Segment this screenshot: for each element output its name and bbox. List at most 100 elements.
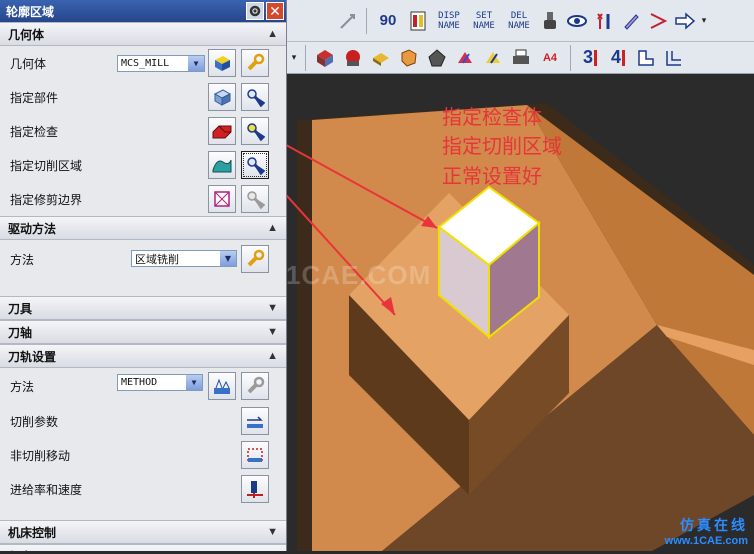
arrow-right-icon[interactable] [673, 8, 697, 34]
section-tool-axis-header[interactable]: 刀轴 ▼ [0, 320, 286, 344]
facet-body-icon[interactable] [397, 45, 421, 71]
chevron-down-icon: ▼ [188, 56, 204, 71]
csys-icon[interactable] [336, 8, 360, 34]
display-part-button[interactable] [241, 83, 269, 111]
select-check-button[interactable] [208, 117, 236, 145]
toolbar-top: 90 DISP NAME SET NAME DEL NAME ▾ [286, 0, 754, 42]
chevron-down-icon: ▼ [220, 251, 236, 266]
section-tool-axis-title: 刀轴 [8, 325, 33, 340]
contour-area-dialog: 轮廓区域 ✕ 几何体 ▲ 几何体 MCS_MILL ▼ 指定部件 指定检查 指定… [0, 0, 287, 551]
display-check-button[interactable] [241, 117, 269, 145]
section-program-header[interactable]: 程序 ▼ [0, 544, 286, 551]
section-drive-method-title: 驱动方法 [8, 221, 57, 236]
non-cutting-moves-row: 非切削移动 [0, 438, 286, 472]
object-list-icon[interactable] [406, 8, 430, 34]
section-tool-title: 刀具 [8, 301, 33, 316]
brand-line-1: 仿真在线 [680, 517, 748, 533]
brand-logo: 仿真在线 www.1CAE.com [665, 515, 748, 547]
chevron-down-icon: ▼ [267, 526, 278, 538]
path-method-row: 方法 METHOD ▼ [0, 368, 286, 404]
specify-trim-boundary-row: 指定修剪边界 [0, 182, 286, 216]
face-color-icon[interactable] [453, 45, 477, 71]
toolbar-dropdown-icon[interactable]: ▾ [290, 52, 298, 63]
chevron-down-icon: ▼ [186, 375, 202, 390]
block-icon[interactable] [369, 45, 393, 71]
dialog-titlebar[interactable]: 轮廓区域 ✕ [0, 0, 286, 22]
path-method-select[interactable]: METHOD ▼ [117, 374, 203, 391]
geometry-select[interactable]: MCS_MILL ▼ [117, 55, 205, 72]
geometry-label: 几何体 [10, 56, 47, 71]
section-geometry-title: 几何体 [8, 27, 45, 42]
chevron-down-icon: ▼ [267, 326, 278, 338]
section-machine-control-title: 机床控制 [8, 525, 57, 540]
rotate-90-button[interactable]: 90 [373, 8, 403, 34]
layout-3-button[interactable]: 3 [578, 45, 602, 71]
new-method-button[interactable] [208, 372, 236, 400]
tool-holder-icon[interactable] [538, 8, 562, 34]
drive-method-select[interactable]: 区域铣削 ▼ [131, 250, 237, 267]
eye-icon[interactable] [565, 8, 589, 34]
cut-parameters-row: 切削参数 [0, 404, 286, 438]
display-name-button[interactable]: DISP NAME [433, 8, 465, 34]
plot-a4-button[interactable]: A4 [537, 45, 563, 71]
display-cut-area-button[interactable] [241, 151, 269, 179]
feeds-speeds-button[interactable] [241, 475, 269, 503]
select-part-button[interactable] [208, 83, 236, 111]
toolbar-second: ▾ A4 3 4 [286, 42, 754, 74]
shaded-sphere-icon[interactable] [341, 45, 365, 71]
non-cutting-moves-label: 非切削移动 [10, 448, 71, 463]
annotation-line-1: 指定检查体 [442, 105, 542, 129]
set-name-button[interactable]: SET NAME [468, 8, 500, 34]
toolbar-separator [570, 44, 571, 71]
drive-method-row: 方法 区域铣削 ▼ [0, 240, 286, 278]
non-cutting-moves-button[interactable] [241, 441, 269, 469]
layout-4-button[interactable]: 4 [606, 45, 630, 71]
toolbar-separator [305, 44, 306, 71]
section-path-settings-header[interactable]: 刀轨设置 ▲ [0, 344, 286, 368]
delete-name-button[interactable]: DEL NAME [503, 8, 535, 34]
specify-trim-boundary-label: 指定修剪边界 [10, 192, 83, 207]
specify-check-row: 指定检查 [0, 114, 286, 148]
chevron-up-icon: ▲ [267, 350, 278, 362]
select-trim-boundary-button[interactable] [208, 185, 236, 213]
path-edit-icon[interactable] [646, 8, 670, 34]
step-profile-icon[interactable] [634, 45, 658, 71]
edit-geometry-button[interactable] [241, 49, 269, 77]
corner-profile-icon[interactable] [662, 45, 686, 71]
chevron-down-icon: ▼ [267, 302, 278, 314]
close-icon[interactable]: ✕ [266, 2, 284, 20]
brand-url: www.1CAE.com [664, 535, 748, 547]
tools-icon[interactable] [592, 8, 616, 34]
select-cut-area-button[interactable] [208, 151, 236, 179]
pencil-icon[interactable] [619, 8, 643, 34]
a4-label: A4 [542, 51, 558, 64]
annotation-line-2: 指定切削区域 [442, 134, 562, 158]
toolbar-dropdown-icon[interactable]: ▾ [700, 15, 708, 26]
section-geometry-header[interactable]: 几何体 ▲ [0, 22, 286, 46]
polyhedron-icon[interactable] [425, 45, 449, 71]
specify-cut-area-row: 指定切削区域 [0, 148, 286, 182]
geometry-row: 几何体 MCS_MILL ▼ [0, 46, 286, 80]
chevron-up-icon: ▲ [267, 28, 278, 40]
new-geometry-button[interactable] [208, 49, 236, 77]
graphics-viewport[interactable]: 指定检查体 指定切削区域 正常设置好 仿真在线 www.1CAE.com [276, 75, 754, 551]
gear-icon[interactable] [246, 2, 264, 20]
section-tool-header[interactable]: 刀具 ▼ [0, 296, 286, 320]
cut-parameters-button[interactable] [241, 407, 269, 435]
edit-method-button[interactable] [241, 372, 269, 400]
specify-cut-area-label: 指定切削区域 [10, 158, 83, 173]
section-path-settings-title: 刀轨设置 [8, 349, 57, 364]
edge-color-icon[interactable] [481, 45, 505, 71]
print-icon[interactable] [509, 45, 533, 71]
section-program-title: 程序 [8, 548, 32, 552]
display-trim-boundary-button[interactable] [241, 185, 269, 213]
section-drive-method-header[interactable]: 驱动方法 ▲ [0, 216, 286, 240]
section-machine-control-header[interactable]: 机床控制 ▼ [0, 520, 286, 544]
edit-drive-method-button[interactable] [241, 245, 269, 273]
chevron-up-icon: ▲ [267, 222, 278, 234]
solid-view-icon[interactable] [313, 45, 337, 71]
cut-parameters-label: 切削参数 [10, 414, 59, 429]
toolbar-separator [366, 7, 367, 34]
dialog-title: 轮廓区域 [6, 4, 55, 19]
drive-method-select-value: 区域铣削 [135, 252, 179, 266]
